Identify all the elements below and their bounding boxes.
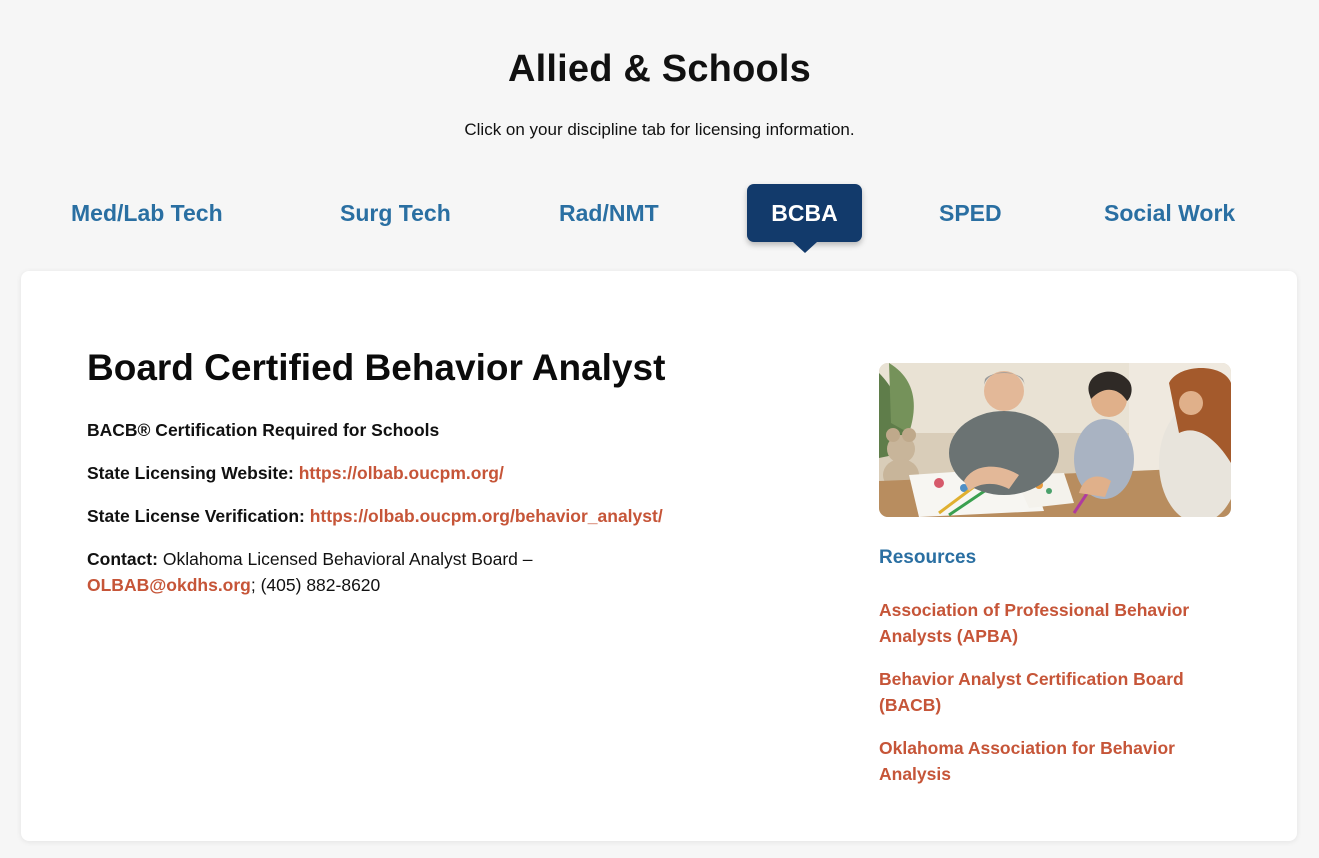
tab-rad-nmt[interactable]: Rad/NMT: [559, 184, 659, 242]
tab-med-lab-tech[interactable]: Med/Lab Tech: [71, 184, 223, 242]
website-link[interactable]: https://olbab.oucpm.org/: [299, 463, 504, 483]
tab-social-work[interactable]: Social Work: [1104, 184, 1235, 242]
website-label: State Licensing Website:: [87, 463, 294, 483]
resource-link-oaba[interactable]: Oklahoma Association for Behavior Analys…: [879, 735, 1239, 787]
certification-text: BACB® Certification Required for Schools: [87, 420, 440, 440]
contact-email-link[interactable]: OLBAB@okdhs.org: [87, 575, 251, 595]
content-card: Board Certified Behavior Analyst BACB® C…: [21, 271, 1297, 841]
tab-sped[interactable]: SPED: [939, 184, 1002, 242]
discipline-tabs: Med/Lab Tech Surg Tech Rad/NMT BCBA SPED…: [0, 184, 1319, 254]
website-line: State Licensing Website: https://olbab.o…: [87, 460, 504, 486]
content-heading: Board Certified Behavior Analyst: [87, 347, 666, 388]
verification-link[interactable]: https://olbab.oucpm.org/behavior_analyst…: [310, 506, 663, 526]
verification-line: State License Verification: https://olba…: [87, 503, 663, 529]
contact-phone: ; (405) 882-8620: [250, 575, 381, 595]
family-drawing-photo: [879, 363, 1231, 517]
page-title: Allied & Schools: [507, 48, 812, 90]
resource-link-bacb[interactable]: Behavior Analyst Certification Board (BA…: [879, 666, 1239, 718]
tab-bcba[interactable]: BCBA: [747, 184, 862, 253]
page-subtitle: Click on your discipline tab for licensi…: [464, 120, 855, 139]
tab-surg-tech[interactable]: Surg Tech: [340, 184, 451, 242]
certification-line: BACB® Certification Required for Schools: [87, 417, 439, 443]
contact-line: Contact: Oklahoma Licensed Behavioral An…: [87, 546, 647, 598]
contact-name: Oklahoma Licensed Behavioral Analyst Boa…: [162, 549, 533, 569]
resources-heading: Resources: [879, 547, 977, 568]
resource-link-apba[interactable]: Association of Professional Behavior Ana…: [879, 597, 1239, 649]
contact-label: Contact:: [87, 549, 158, 569]
verification-label: State License Verification:: [87, 506, 305, 526]
